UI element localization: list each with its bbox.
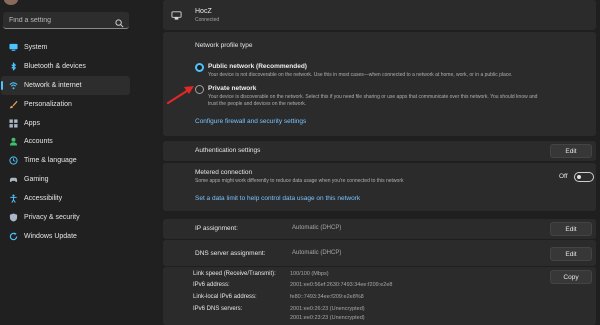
sidebar-nav: System Bluetooth & devices Network & int… [0, 38, 130, 246]
metered-connection-card: Metered connection Some apps might work … [163, 163, 596, 211]
ipv6-dns-server-1: 2001:ee0:26:23 (Unencrypted) [290, 306, 365, 312]
search-input[interactable] [3, 12, 111, 28]
avatar[interactable] [4, 0, 18, 5]
network-name: HocZ [195, 8, 212, 15]
sidebar-item-label: Windows Update [24, 232, 77, 240]
sidebar-item-network[interactable]: Network & internet [1, 75, 130, 95]
account-header [0, 0, 160, 6]
sidebar-item-label: Accessibility [24, 195, 63, 203]
metered-connection-description: Some apps might work differently to redu… [195, 178, 404, 184]
ipv6-dns-server-2: 2001:ee0:23:23 (Unencrypted) [290, 315, 365, 321]
ipv6-dns-servers-label: IPv6 DNS servers: [193, 306, 243, 312]
search-icon[interactable] [115, 15, 124, 28]
shield-icon [9, 213, 18, 222]
public-network-label[interactable]: Public network (Recommended) [208, 63, 307, 70]
dns-assignment-label: DNS server assignment: [195, 250, 266, 257]
link-speed-label: Link speed (Receive/Transmit): [193, 271, 276, 277]
metered-connection-toggle[interactable] [574, 172, 594, 182]
sidebar-item-label: Time & language [24, 157, 77, 165]
dns-assignment-edit-button[interactable]: Edit [550, 247, 592, 261]
sidebar-item-label: Privacy & security [24, 213, 80, 221]
dns-assignment-value: Automatic (DHCP) [292, 250, 342, 256]
main-content: HocZ Connected Network profile type Publ… [160, 0, 600, 325]
ip-assignment-label: IP assignment: [195, 225, 238, 232]
network-header-card: HocZ Connected [163, 0, 596, 30]
ethernet-icon [171, 8, 182, 20]
copy-properties-button[interactable]: Copy [550, 270, 592, 284]
sidebar-item-label: Accounts [24, 138, 53, 146]
sidebar-item-apps[interactable]: Apps [1, 114, 130, 133]
network-profile-card: Network profile type Public network (Rec… [163, 32, 596, 136]
ipv6-address-label: IPv6 address: [193, 282, 230, 288]
sidebar-item-label: System [24, 43, 48, 51]
metered-toggle-label: Off [559, 173, 568, 180]
dns-assignment-card: DNS server assignment: Automatic (DHCP) … [163, 240, 596, 266]
public-network-radio[interactable] [195, 63, 204, 72]
sidebar-item-system[interactable]: System [1, 38, 130, 57]
bluetooth-icon [9, 61, 18, 71]
sidebar-item-bluetooth[interactable]: Bluetooth & devices [1, 57, 130, 76]
sidebar-item-accounts[interactable]: Accounts [1, 132, 130, 151]
private-network-description-line2: trust the people and devices on the netw… [208, 101, 307, 107]
link-local-ipv6-value: fe80::7493:34ee:f209:e2e8%8 [290, 294, 364, 300]
authentication-edit-button[interactable]: Edit [550, 144, 592, 158]
configure-firewall-link[interactable]: Configure firewall and security settings [195, 118, 306, 125]
private-network-radio[interactable] [195, 85, 204, 94]
link-speed-value: 100/100 (Mbps) [290, 271, 329, 277]
ip-assignment-value: Automatic (DHCP) [292, 225, 342, 231]
authentication-card: Authentication settings Edit [163, 141, 596, 161]
search-box[interactable] [3, 12, 129, 29]
ip-assignment-edit-button[interactable]: Edit [550, 222, 592, 236]
sidebar-item-label: Personalization [24, 100, 72, 108]
public-network-description: Your device is not discoverable on the n… [208, 72, 513, 78]
authentication-settings-label: Authentication settings [195, 147, 261, 154]
person-icon [9, 137, 18, 146]
network-status: Connected [195, 17, 220, 23]
toggle-knob [577, 175, 581, 179]
network-profile-title: Network profile type [195, 42, 253, 49]
sidebar-item-label: Apps [24, 119, 40, 127]
wifi-icon [9, 81, 18, 90]
sidebar-item-time-language[interactable]: Time & language [1, 151, 130, 170]
sidebar: System Bluetooth & devices Network & int… [0, 0, 160, 325]
sidebar-item-privacy-security[interactable]: Privacy & security [1, 208, 130, 227]
sidebar-item-windows-update[interactable]: Windows Update [1, 227, 130, 246]
sidebar-item-label: Gaming [24, 176, 49, 184]
network-properties-card: Link speed (Receive/Transmit): 100/100 (… [163, 267, 596, 325]
brush-icon [9, 100, 18, 109]
set-data-limit-link[interactable]: Set a data limit to help control data us… [195, 195, 360, 202]
monitor-icon [9, 43, 18, 52]
sidebar-item-label: Network & internet [24, 81, 82, 89]
metered-connection-label: Metered connection [195, 169, 253, 176]
sidebar-item-gaming[interactable]: Gaming [1, 170, 130, 189]
private-network-label[interactable]: Private network [208, 85, 256, 92]
gamepad-icon [9, 175, 18, 184]
link-local-ipv6-label: Link-local IPv6 address: [193, 294, 257, 300]
apps-icon [9, 118, 18, 128]
globe-clock-icon [9, 156, 18, 165]
sidebar-item-personalization[interactable]: Personalization [1, 95, 130, 114]
sidebar-item-accessibility[interactable]: Accessibility [1, 189, 130, 208]
ip-assignment-card: IP assignment: Automatic (DHCP) Edit [163, 219, 596, 239]
accessibility-icon [9, 194, 18, 203]
ipv6-address-value: 2001:ee0:56ef:2630:7493:34ee:f209:e2e8 [290, 282, 393, 288]
private-network-description: Your device is discoverable on the netwo… [208, 94, 538, 100]
sidebar-item-label: Bluetooth & devices [24, 62, 86, 70]
update-icon [9, 232, 18, 241]
